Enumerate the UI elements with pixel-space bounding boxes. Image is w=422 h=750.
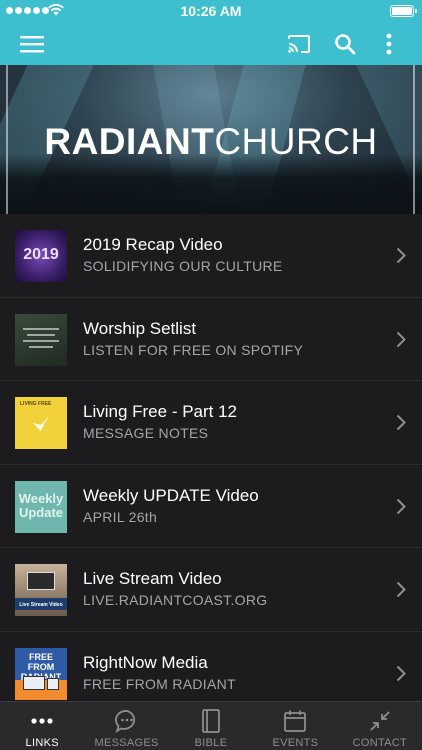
status-bar: 10:26 AM <box>0 0 422 22</box>
calendar-icon <box>253 708 337 734</box>
tab-messages[interactable]: MESSAGES <box>84 702 168 750</box>
list-item-title: Live Stream Video <box>83 569 222 588</box>
weekly-update-thumbnail: Weekly Update <box>15 480 67 533</box>
links-list: 2019 2019 Recap Video SOLIDIFYING OUR CU… <box>0 214 422 701</box>
cast-icon[interactable] <box>285 30 313 58</box>
logo-bold-text: RADIANT <box>44 121 215 162</box>
chevron-right-icon <box>396 665 406 681</box>
list-item-subtitle: LISTEN FOR FREE ON SPOTIFY <box>83 341 304 358</box>
more-vertical-icon[interactable] <box>375 30 403 58</box>
list-item[interactable]: Weekly Update Weekly UPDATE Video APRIL … <box>0 464 422 548</box>
recap-video-thumbnail: 2019 <box>15 230 67 282</box>
tab-label: BIBLE <box>194 737 228 749</box>
live-stream-thumbnail: Live Stream Video <box>15 564 67 616</box>
list-item[interactable]: LIVING FREE Living Free - Part 12 MESSAG… <box>0 381 422 465</box>
tab-label: MESSAGES <box>94 737 159 749</box>
rightnow-media-thumbnail: FREE FROM RADIANT <box>15 647 67 700</box>
hero-banner: RADIANTCHURCH <box>0 65 422 214</box>
search-icon[interactable] <box>331 30 359 58</box>
list-item-title: Worship Setlist <box>83 318 197 338</box>
list-item-subtitle: MESSAGE NOTES <box>83 425 209 441</box>
chevron-right-icon <box>396 414 406 431</box>
list-item-subtitle: SOLIDIFYING OUR CULTURE <box>83 258 283 274</box>
church-logo-text: RADIANTCHURCH <box>0 121 422 163</box>
chevron-right-icon <box>396 247 406 264</box>
top-nav-bar <box>0 22 422 65</box>
tab-links[interactable]: LINKS <box>0 702 84 750</box>
tab-events[interactable]: EVENTS <box>253 702 337 750</box>
list-item[interactable]: FREE FROM RADIANT RightNow Media FREE FR… <box>0 631 422 701</box>
logo-light-text: CHURCH <box>214 121 378 162</box>
battery-icon <box>390 5 417 17</box>
living-free-thumbnail: LIVING FREE <box>15 397 67 449</box>
book-icon <box>169 708 253 734</box>
list-item-title: 2019 Recap Video <box>83 235 223 254</box>
list-item[interactable]: Live Stream Video Live Stream Video LIVE… <box>0 548 422 632</box>
tab-label: CONTACT <box>352 737 408 749</box>
chevron-right-icon <box>396 331 406 347</box>
list-item-subtitle: APRIL 26th <box>83 508 158 525</box>
list-item[interactable]: 2019 2019 Recap Video SOLIDIFYING OUR CU… <box>0 214 422 298</box>
collapse-arrows-icon <box>338 708 422 734</box>
menu-icon[interactable] <box>18 30 46 58</box>
worship-setlist-thumbnail <box>15 313 67 366</box>
bottom-tab-bar: LINKS MESSAGES BIBLE EVENTS CONTACT <box>0 701 422 750</box>
tab-bible[interactable]: BIBLE <box>169 702 253 750</box>
chevron-right-icon <box>396 498 406 514</box>
list-item[interactable]: Worship Setlist LISTEN FOR FREE ON SPOTI… <box>0 297 422 381</box>
tab-label: LINKS <box>25 737 59 749</box>
list-item-title: RightNow Media <box>83 652 208 672</box>
list-item-title: Weekly UPDATE Video <box>83 485 259 505</box>
chevron-right-icon <box>396 581 406 598</box>
list-item-title: Living Free - Part 12 <box>83 402 238 421</box>
list-item-subtitle: LIVE.RADIANTCOAST.ORG <box>83 592 268 608</box>
tab-contact[interactable]: CONTACT <box>338 702 422 750</box>
list-item-subtitle: FREE FROM RADIANT <box>83 675 236 692</box>
tab-label: EVENTS <box>272 737 319 749</box>
chat-bubble-icon <box>84 708 168 734</box>
more-horizontal-icon <box>0 708 84 734</box>
status-time: 10:26 AM <box>180 3 242 19</box>
